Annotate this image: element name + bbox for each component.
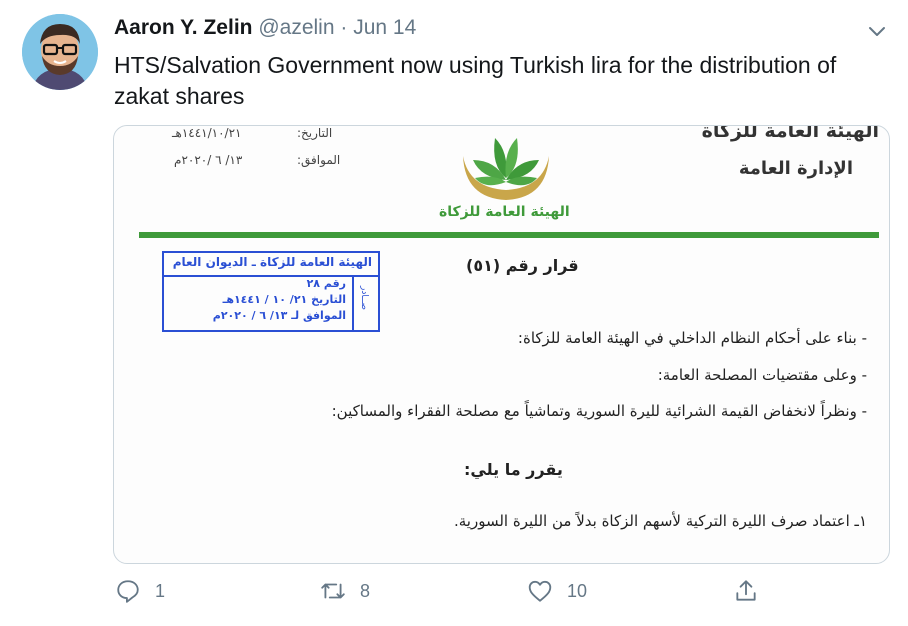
stamp-side-box: صــادر [352,275,378,330]
avatar[interactable] [22,14,98,90]
doc-corresponding-value: ١٣/ ٦ /٢٠٢٠م [174,153,243,167]
tweet-header: Aaron Y. Zelin @azelin · Jun 14 [114,16,416,40]
tweet-actions: 1 8 10 [0,578,908,610]
retweet-count: 8 [360,580,371,601]
leaf-logo-icon [451,126,561,201]
reply-count: 1 [155,580,166,601]
doc-date-label: التاريخ: [297,126,333,140]
doc-date-value: ١٤٤١/١٠/٢١هـ [172,126,242,140]
stamp-corresponding: الموافق لـ ١٣/ ٦ / ٢٠٢٠م [212,309,346,322]
separator-dot: · [340,16,348,39]
decides-heading: يقرر ما يلي: [464,460,563,479]
clause-1: - بناء على أحكام النظام الداخلي في الهيئ… [517,329,867,347]
article-1: ١ـ اعتماد صرف الليرة التركية لأسهم الزكا… [453,512,867,530]
stamp-title-bar: الهيئة العامة للزكاة ـ الديوان العام [164,253,378,277]
like-button[interactable]: 10 [527,578,587,604]
stamp-date: التاريخ ٢١/ ١٠ / ١٤٤١هـ [222,293,346,306]
like-icon [528,580,552,602]
stamp-number: رقم ٢٨ [306,277,346,290]
reply-icon [117,580,139,603]
tweet-date[interactable]: Jun 14 [353,16,416,39]
logo-caption: الهيئة العامة للزكاة [439,204,570,220]
clause-3: - ونظراً لانخفاض القيمة الشرائية لليرة ا… [331,402,867,420]
chevron-down-icon[interactable] [866,20,888,42]
retweet-icon [321,583,345,599]
tweet[interactable]: Aaron Y. Zelin @azelin · Jun 14 HTS/Salv… [0,0,908,626]
reply-button[interactable]: 1 [115,578,165,604]
green-divider [139,232,879,238]
author-name[interactable]: Aaron Y. Zelin [114,16,252,39]
tweet-media-image[interactable]: التاريخ: ١٤٤١/١٠/٢١هـ الموافق: ١٣/ ٦ /٢٠… [113,125,890,564]
share-icon [736,580,756,601]
tweet-text: HTS/Salvation Government now using Turki… [114,52,837,109]
stamp-title: الهيئة العامة للزكاة ـ الديوان العام [172,255,372,269]
share-button[interactable] [733,578,773,604]
retweet-button[interactable]: 8 [320,578,370,604]
author-handle[interactable]: @azelin [258,16,334,39]
like-count: 10 [567,580,588,601]
blue-stamp: الهيئة العامة للزكاة ـ الديوان العام صــ… [162,251,380,332]
doc-org-header: الهيئة العامة للزكاة [701,125,879,142]
doc-corresponding-label: الموافق: [297,153,341,167]
decision-title: قرار رقم (٥١) [466,256,579,275]
clause-2: - وعلى مقتضيات المصلحة العامة: [657,366,867,384]
stamp-side-label: صــادر [358,285,369,311]
doc-org-dept: الإدارة العامة [738,158,853,179]
decree-document: التاريخ: ١٤٤١/١٠/٢١هـ الموافق: ١٣/ ٦ /٢٠… [114,126,889,563]
